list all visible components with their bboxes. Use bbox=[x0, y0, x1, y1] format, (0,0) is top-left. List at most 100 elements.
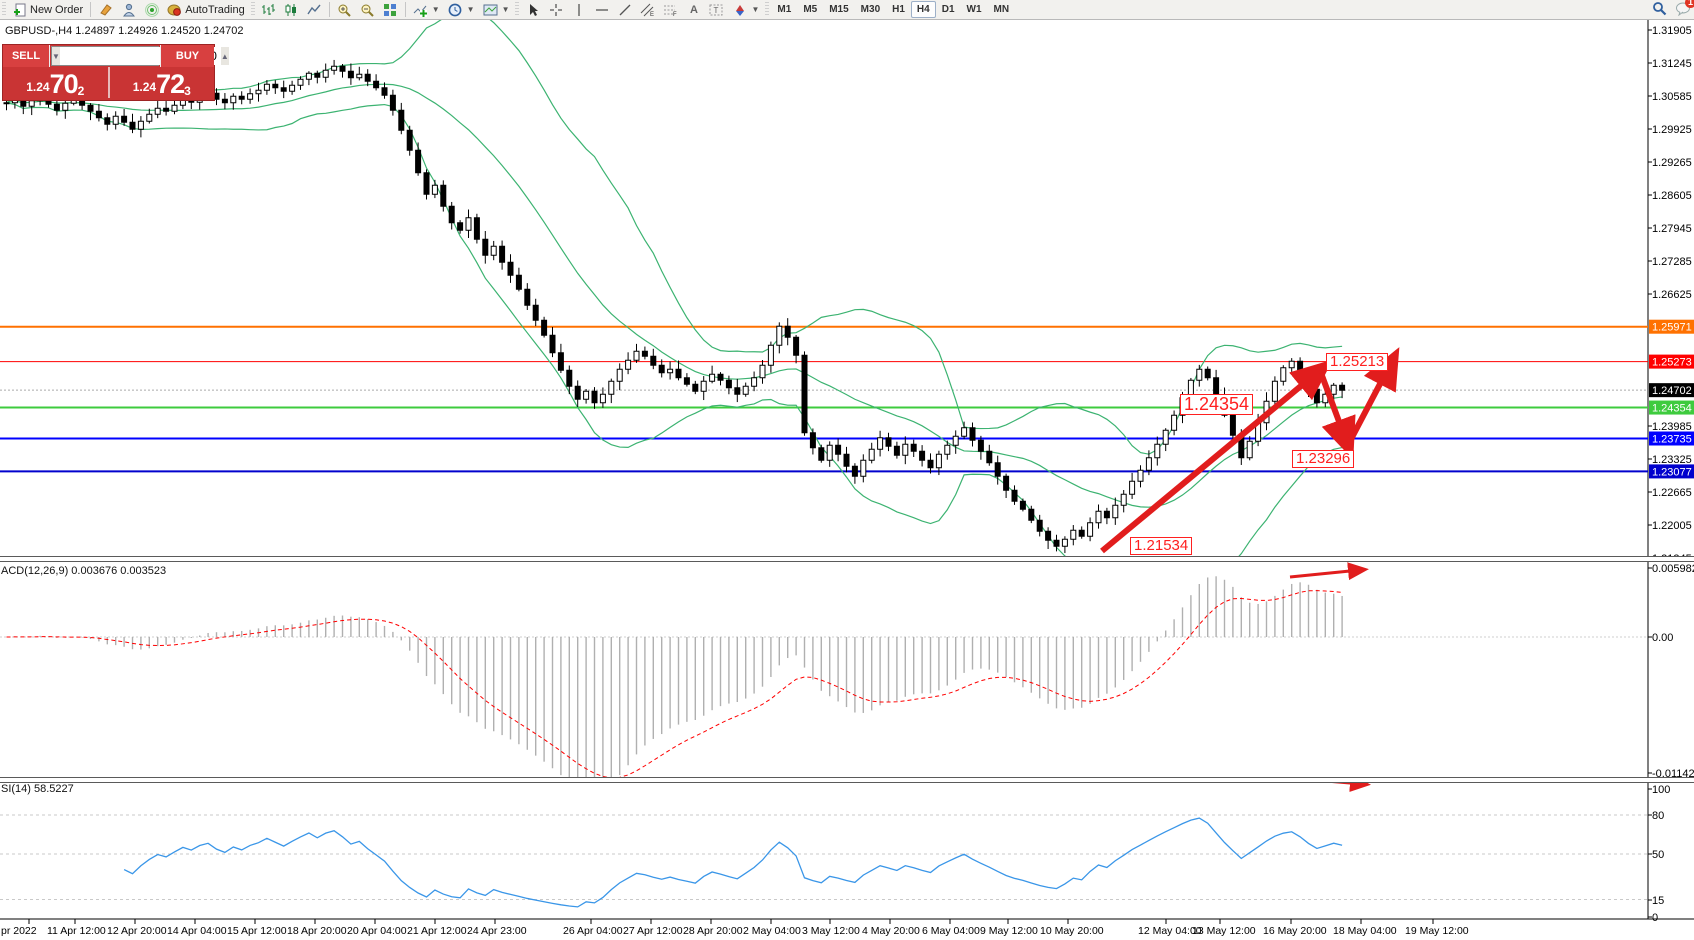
autotrading-button[interactable]: AutoTrading bbox=[163, 1, 249, 19]
search-icon[interactable] bbox=[1652, 1, 1667, 16]
timeframe-h4[interactable]: H4 bbox=[911, 1, 936, 18]
person-chart-icon bbox=[121, 2, 136, 17]
price-annotation-label: 1.21534 bbox=[1130, 537, 1192, 555]
zoom-out-icon bbox=[360, 2, 375, 17]
ohlc-bars-icon bbox=[261, 2, 276, 17]
time-axis-label: 18 Apr 20:00 bbox=[287, 925, 347, 937]
axis-label: 1.22005 bbox=[1652, 520, 1692, 532]
zoom-in-button[interactable] bbox=[333, 1, 356, 19]
expert-advisor-button[interactable] bbox=[117, 1, 140, 19]
axis-label: 1.24354 bbox=[1652, 403, 1692, 415]
axis-label: 0.005982 bbox=[1652, 563, 1694, 575]
vertical-line-tool-button[interactable] bbox=[567, 1, 590, 19]
axis-label: 1.25273 bbox=[1652, 357, 1692, 369]
one-click-trading-panel: SELL ▼ ▲ BUY 1.24702 1.24723 bbox=[2, 44, 215, 101]
time-axis-label: 27 Apr 12:00 bbox=[623, 925, 683, 937]
time-axis-label: pr 2022 bbox=[1, 925, 37, 937]
sell-price-point: 2 bbox=[78, 85, 85, 97]
arrow-shapes-icon bbox=[732, 2, 747, 17]
highlighter-icon bbox=[98, 2, 113, 17]
axis-label: 1.25971 bbox=[1652, 322, 1692, 334]
panel-divider-macd-rsi[interactable] bbox=[0, 777, 1694, 783]
trendline-tool-button[interactable] bbox=[613, 1, 636, 19]
line-chart-icon bbox=[307, 2, 322, 17]
separator bbox=[329, 2, 330, 17]
cursor-icon bbox=[525, 2, 540, 17]
axis-label: 1.23735 bbox=[1652, 434, 1692, 446]
axis-label: 100 bbox=[1652, 784, 1670, 796]
axis-label: 1.23077 bbox=[1652, 466, 1692, 478]
arrows-tool-button[interactable]: ▼ bbox=[728, 1, 763, 19]
toolbar-handle[interactable] bbox=[251, 2, 255, 17]
timeframe-mn[interactable]: MN bbox=[988, 1, 1016, 18]
add-indicator-icon bbox=[413, 2, 428, 17]
sell-price[interactable]: 1.24702 bbox=[3, 67, 110, 98]
volume-decrease-button[interactable]: ▼ bbox=[52, 47, 60, 65]
svg-text:F: F bbox=[673, 12, 677, 17]
text-label-tool-button[interactable]: T bbox=[705, 1, 728, 19]
signals-button[interactable] bbox=[140, 1, 163, 19]
toolbar-handle[interactable] bbox=[765, 2, 769, 17]
axis-label: 1.22665 bbox=[1652, 487, 1692, 499]
separator bbox=[405, 2, 406, 17]
svg-text:T: T bbox=[714, 6, 719, 15]
zoom-in-icon bbox=[337, 2, 352, 17]
tile-windows-button[interactable] bbox=[379, 1, 402, 19]
candlestick-icon bbox=[284, 2, 299, 17]
time-axis-label: 6 May 04:00 bbox=[922, 925, 980, 937]
cursor-tool-button[interactable] bbox=[521, 1, 544, 19]
autotrading-label: AutoTrading bbox=[185, 4, 245, 16]
periods-button[interactable]: ▼ bbox=[444, 1, 479, 19]
zoom-out-button[interactable] bbox=[356, 1, 379, 19]
toolbar-handle[interactable] bbox=[2, 2, 6, 17]
candlestick-mode-button[interactable] bbox=[280, 1, 303, 19]
timeframe-m1[interactable]: M1 bbox=[771, 1, 797, 18]
time-axis-label: 4 May 20:00 bbox=[862, 925, 920, 937]
timeframe-m30[interactable]: M30 bbox=[855, 1, 886, 18]
timeframe-h1[interactable]: H1 bbox=[886, 1, 911, 18]
volume-box: ▼ ▲ bbox=[51, 46, 159, 66]
highlight-tool-button[interactable] bbox=[94, 1, 117, 19]
chart-canvas[interactable]: 1.319051.312451.305851.299251.292651.286… bbox=[0, 0, 1694, 940]
rsi-indicator-label: SI(14) 58.5227 bbox=[1, 783, 74, 795]
axis-label: 1.29265 bbox=[1652, 157, 1692, 169]
text-label-icon: T bbox=[709, 2, 724, 17]
text-tool-button[interactable]: A bbox=[682, 1, 705, 19]
bar-chart-mode-button[interactable] bbox=[257, 1, 280, 19]
clock-icon bbox=[448, 2, 463, 17]
horizontal-line-tool-button[interactable] bbox=[590, 1, 613, 19]
line-chart-mode-button[interactable] bbox=[303, 1, 326, 19]
timeframe-m5[interactable]: M5 bbox=[797, 1, 823, 18]
axis-label: 1.29925 bbox=[1652, 124, 1692, 136]
buy-price[interactable]: 1.24723 bbox=[110, 67, 215, 98]
crosshair-icon bbox=[548, 2, 563, 17]
timeframe-m15[interactable]: M15 bbox=[823, 1, 854, 18]
time-axis-label: 16 May 20:00 bbox=[1263, 925, 1327, 937]
fibonacci-icon: F bbox=[663, 2, 678, 17]
sell-price-pips: 70 bbox=[50, 71, 78, 97]
fibonacci-tool-button[interactable]: F bbox=[659, 1, 682, 19]
chart-title: GBPUSD-,H4 1.24897 1.24926 1.24520 1.247… bbox=[5, 25, 244, 37]
volume-increase-button[interactable]: ▲ bbox=[221, 47, 229, 65]
time-axis-label: 10 May 20:00 bbox=[1040, 925, 1104, 937]
channel-tool-button[interactable]: E bbox=[636, 1, 659, 19]
notification-badge: 1 bbox=[1685, 0, 1694, 8]
panel-divider-main-macd[interactable] bbox=[0, 556, 1694, 562]
time-axis-label: 14 Apr 04:00 bbox=[167, 925, 227, 937]
buy-button[interactable]: BUY bbox=[160, 45, 214, 67]
trendline-icon bbox=[617, 2, 632, 17]
time-axis-label: 2 May 04:00 bbox=[743, 925, 801, 937]
new-order-button[interactable]: New Order bbox=[8, 1, 87, 19]
crosshair-tool-button[interactable] bbox=[544, 1, 567, 19]
indicators-button[interactable]: ▼ bbox=[409, 1, 444, 19]
templates-button[interactable]: ▼ bbox=[479, 1, 514, 19]
toolbar-handle[interactable] bbox=[515, 2, 519, 17]
sell-button[interactable]: SELL bbox=[3, 45, 50, 67]
time-axis-label: 13 May 12:00 bbox=[1192, 925, 1256, 937]
dropdown-caret: ▼ bbox=[502, 5, 510, 14]
timeframe-w1[interactable]: W1 bbox=[961, 1, 988, 18]
timeframe-d1[interactable]: D1 bbox=[936, 1, 961, 18]
time-axis-label: 19 May 12:00 bbox=[1405, 925, 1469, 937]
buy-price-point: 3 bbox=[184, 85, 191, 97]
notifications-icon[interactable]: 1 bbox=[1675, 1, 1690, 16]
